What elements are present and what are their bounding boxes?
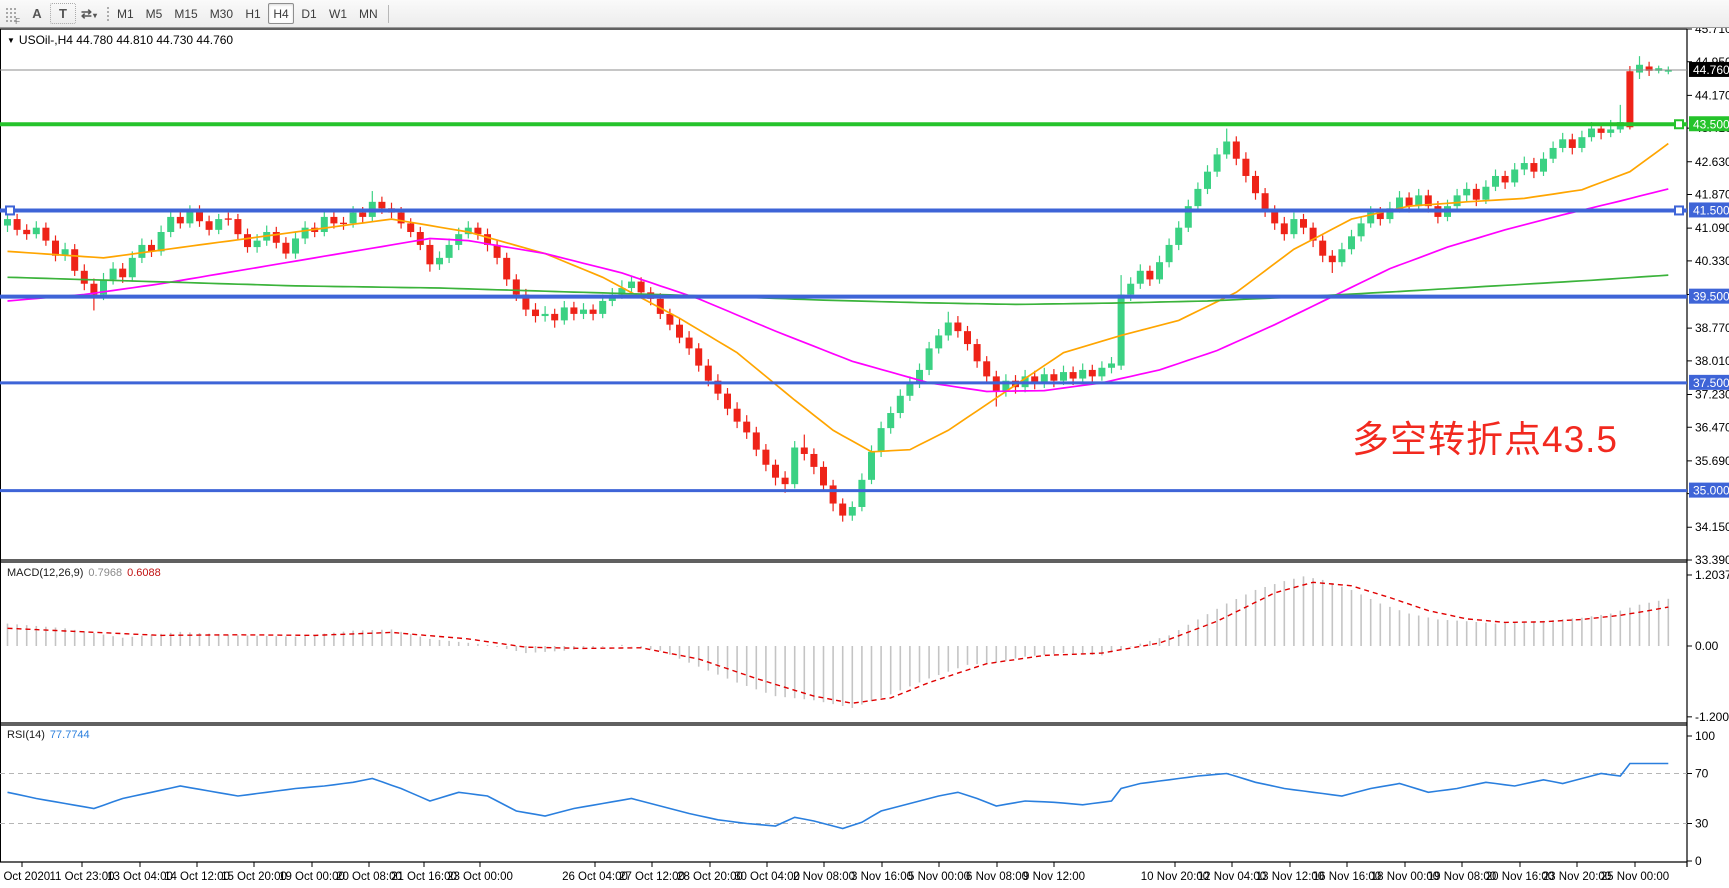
timeframe-m1-button[interactable]: M1 [112, 3, 139, 24]
toolbar-group-grip[interactable] [105, 5, 109, 23]
price-badge-41.500: 41.500 [1689, 202, 1729, 217]
timeframe-m5-button[interactable]: M5 [141, 3, 168, 24]
svg-text:37.500: 37.500 [1693, 376, 1729, 390]
svg-text:15 Oct 20:00: 15 Oct 20:00 [221, 871, 287, 883]
macd-main-value: 0.7968 [88, 567, 122, 579]
svg-text:23 Oct 00:00: 23 Oct 00:00 [447, 871, 513, 883]
text-label-tool-button[interactable]: A [24, 3, 50, 24]
hline-41.500[interactable] [0, 206, 1687, 214]
symbol-period-label: USOil-,H4 [19, 33, 73, 47]
rsi-value: 77.7744 [50, 729, 90, 741]
hline-43.500[interactable] [0, 120, 1687, 128]
svg-text:28 Oct 20:00: 28 Oct 20:00 [677, 871, 743, 883]
svg-text:1.2037: 1.2037 [1695, 568, 1729, 582]
svg-text:40.330: 40.330 [1695, 254, 1729, 268]
svg-text:36.470: 36.470 [1695, 420, 1729, 434]
svg-text:38.770: 38.770 [1695, 321, 1729, 335]
svg-text:2 Nov 08:00: 2 Nov 08:00 [793, 871, 855, 883]
timeframe-w1-button[interactable]: W1 [324, 3, 352, 24]
svg-text:-1.2008: -1.2008 [1695, 710, 1729, 724]
svg-text:25 Nov 00:00: 25 Nov 00:00 [1601, 871, 1669, 883]
macd-indicator-label: MACD(12,26,9) 0.7968 0.6088 [7, 567, 161, 579]
cycle-arrows-button[interactable]: ⇄▾ [76, 3, 102, 24]
timeframe-m30-button[interactable]: M30 [205, 3, 238, 24]
price-badge-35.000: 35.000 [1689, 483, 1729, 498]
svg-text:0: 0 [1695, 854, 1702, 868]
rsi-name: RSI(14) [7, 729, 45, 741]
svg-text:41.870: 41.870 [1695, 188, 1729, 202]
dropdown-caret-icon: ▾ [93, 11, 97, 20]
price-badge-39.500: 39.500 [1689, 289, 1729, 304]
macd-pane: 1.2037 0.00 -1.2008 [8, 568, 1729, 724]
timeframe-m15-button[interactable]: M15 [169, 3, 202, 24]
timeframe-button-group: M1M5M15M30H1H4D1W1MN [112, 3, 383, 24]
svg-text:41.090: 41.090 [1695, 221, 1729, 235]
rsi-indicator-label: RSI(14) 77.7744 [7, 729, 90, 741]
svg-text:30: 30 [1695, 817, 1709, 831]
toolbar-drag-handle-icon[interactable]: F [4, 6, 18, 22]
svg-text:39.500: 39.500 [1693, 290, 1729, 304]
timeframe-mn-button[interactable]: MN [354, 3, 383, 24]
timeframe-d1-button[interactable]: D1 [296, 3, 322, 24]
toolbar: F A T ⇄▾ M1M5M15M30H1H4D1W1MN [0, 0, 1729, 28]
svg-text:44.170: 44.170 [1695, 88, 1729, 102]
svg-text:3 Nov 16:00: 3 Nov 16:00 [851, 871, 913, 883]
svg-text:35.000: 35.000 [1693, 484, 1729, 498]
svg-text:19 Oct 00:00: 19 Oct 00:00 [279, 871, 345, 883]
svg-text:0.00: 0.00 [1695, 639, 1719, 653]
cycle-arrows-icon: ⇄ [81, 6, 92, 21]
svg-text:6 Nov 08:00: 6 Nov 08:00 [966, 871, 1028, 883]
toolbar-separator [388, 5, 389, 23]
svg-text:41.500: 41.500 [1693, 203, 1729, 217]
svg-text:9 Nov 12:00: 9 Nov 12:00 [1023, 871, 1085, 883]
svg-text:30 Oct 04:00: 30 Oct 04:00 [734, 871, 800, 883]
svg-text:42.630: 42.630 [1695, 155, 1729, 169]
svg-text:13 Oct 04:00: 13 Oct 04:00 [107, 871, 173, 883]
svg-text:11 Oct 23:00: 11 Oct 23:00 [50, 871, 115, 883]
svg-text:43.500: 43.500 [1693, 117, 1729, 131]
timeframe-h1-button[interactable]: H1 [240, 3, 266, 24]
svg-text:26 Oct 04:00: 26 Oct 04:00 [562, 871, 628, 883]
rsi-pane: 100 70 30 0 [0, 729, 1715, 868]
svg-text:8 Oct 2020: 8 Oct 2020 [0, 871, 50, 883]
price-badge-44.760: 44.760 [1689, 62, 1729, 77]
svg-text:34.150: 34.150 [1695, 520, 1729, 534]
svg-text:5 Nov 00:00: 5 Nov 00:00 [908, 871, 970, 883]
price-badge-37.500: 37.500 [1689, 375, 1729, 390]
timeframe-h4-button[interactable]: H4 [268, 3, 294, 24]
text-tool-button[interactable]: T [50, 3, 76, 24]
macd-name: MACD(12,26,9) [7, 567, 83, 579]
svg-text:27 Oct 12:00: 27 Oct 12:00 [619, 871, 685, 883]
macd-signal-value: 0.6088 [127, 567, 161, 579]
price-badge-43.500: 43.500 [1689, 116, 1729, 131]
svg-text:70: 70 [1695, 767, 1709, 781]
ma-slow-green [8, 275, 1669, 304]
svg-text:38.010: 38.010 [1695, 354, 1729, 368]
svg-text:14 Oct 12:00: 14 Oct 12:00 [164, 871, 230, 883]
svg-text:33.390: 33.390 [1695, 553, 1729, 567]
svg-text:44.760: 44.760 [1693, 63, 1729, 77]
symbol-dropdown-icon[interactable]: ▼ [7, 36, 15, 45]
turning-point-annotation: 多空转折点43.5 [1352, 409, 1618, 463]
mt4-window: F A T ⇄▾ M1M5M15M30H1H4D1W1MN 45.71044.9… [0, 0, 1729, 888]
svg-text:100: 100 [1695, 729, 1715, 743]
chart-title: ▼ USOil-,H4 44.780 44.810 44.730 44.760 [7, 33, 233, 47]
svg-text:35.690: 35.690 [1695, 454, 1729, 468]
ohlc-values: 44.780 44.810 44.730 44.760 [76, 33, 233, 47]
time-axis: 8 Oct 202011 Oct 23:0013 Oct 04:0014 Oct… [0, 862, 1669, 883]
